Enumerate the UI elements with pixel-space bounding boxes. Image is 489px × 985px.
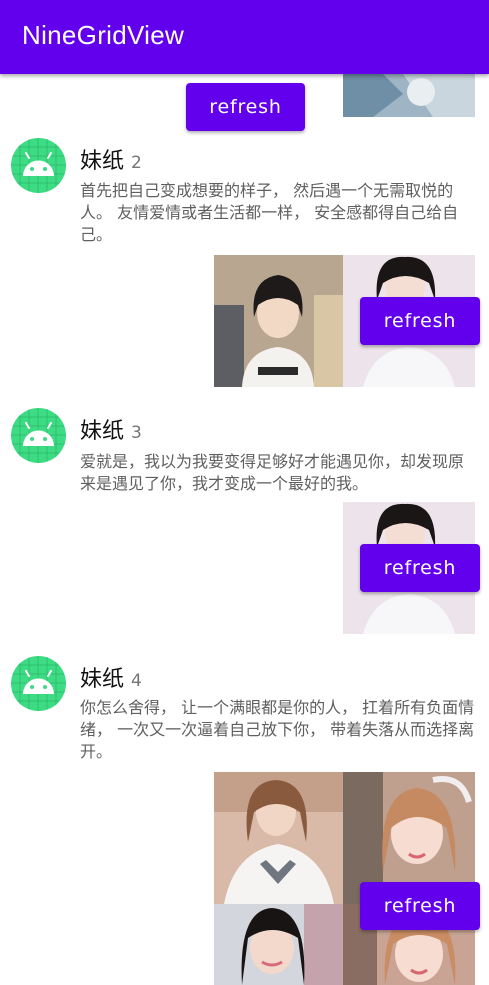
photo-thumbnail[interactable]	[214, 255, 343, 387]
post-index: 2	[131, 153, 142, 173]
app-title: NineGridView	[22, 20, 185, 50]
refresh-button[interactable]: refresh	[360, 297, 480, 345]
post-text: 你怎么舍得， 让一个满眼都是你的人， 扛着所有负面情绪， 一次又一次逼着自己放下…	[80, 698, 475, 761]
post-text: 首先把自己变成想要的样子， 然后遇一个无需取悦的人。 友情爱情或者生活都一样， …	[80, 181, 459, 244]
refresh-button[interactable]: refresh	[360, 882, 480, 930]
photo-thumbnail[interactable]	[214, 904, 343, 985]
post-author: 妹纸 3	[80, 413, 142, 445]
photo-thumbnail[interactable]	[214, 772, 343, 904]
author-name: 妹纸	[80, 149, 125, 174]
android-avatar-icon[interactable]	[11, 138, 66, 193]
app-bar: NineGridView	[0, 0, 489, 74]
photo-top-partial[interactable]	[343, 74, 475, 117]
author-name: 妹纸	[80, 667, 125, 692]
post-author: 妹纸 4	[80, 661, 142, 693]
post-index: 4	[131, 671, 142, 691]
feed-list[interactable]: refresh 妹纸 2 首先把自己变成想要的样子， 然后遇一个无需取悦的人。 友…	[0, 0, 489, 985]
refresh-button[interactable]: refresh	[360, 544, 480, 592]
post-author: 妹纸 2	[80, 143, 142, 175]
post-text: 爱就是，我以为我要变得足够好才能遇见你，却发现原来是遇见了你，我才变成一个最好的…	[80, 452, 465, 493]
refresh-button[interactable]: refresh	[186, 83, 305, 131]
android-avatar-icon[interactable]	[11, 408, 66, 463]
author-name: 妹纸	[80, 419, 125, 444]
android-avatar-icon[interactable]	[11, 656, 66, 711]
post-index: 3	[131, 423, 142, 443]
